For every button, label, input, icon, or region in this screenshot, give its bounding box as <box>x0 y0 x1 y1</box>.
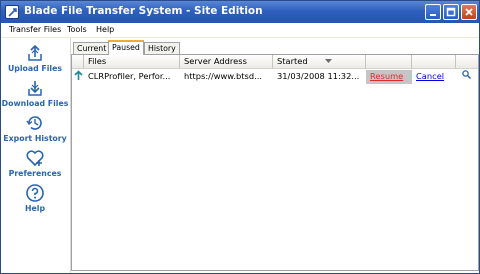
header-server-address[interactable]: Server Address <box>180 55 273 69</box>
cancel-link[interactable]: Cancel <box>416 71 444 81</box>
menu-transfer-files[interactable]: Transfer Files <box>9 25 61 34</box>
tab-paused[interactable]: Paused <box>108 40 144 55</box>
download-icon <box>28 81 42 96</box>
header-started-cell[interactable]: Started <box>273 55 366 69</box>
menu-tools[interactable]: Tools <box>67 25 87 34</box>
sidebar-item-help[interactable]: Help <box>1 183 69 215</box>
resume-link[interactable]: Resume <box>366 70 412 84</box>
resume-label[interactable]: Resume <box>370 71 403 81</box>
sidebar-item-upload-files[interactable]: Upload Files <box>1 43 69 75</box>
header-cancel-column <box>412 55 456 69</box>
menu-bar: Transfer Files Tools Help <box>1 23 479 37</box>
sidebar-item-label: Upload Files <box>7 64 63 73</box>
sidebar-item-label: Export History <box>3 134 67 143</box>
header-resume-column <box>366 55 412 69</box>
sidebar-item-export-history[interactable]: Export History <box>1 113 69 145</box>
menu-help[interactable]: Help <box>96 25 114 34</box>
header-status-column <box>72 55 84 69</box>
sidebar: Upload Files Download Files Export Histo… <box>1 38 71 273</box>
window-title: Blade File Transfer System - Site Editio… <box>24 5 263 17</box>
tab-history[interactable]: History <box>144 42 180 54</box>
table-row[interactable]: CLRProfiler, Perfor... https://www.btsd.… <box>72 70 478 84</box>
header-started: Started <box>277 56 308 66</box>
help-icon <box>26 184 44 202</box>
server-address: https://www.btsd... <box>184 71 262 81</box>
started-time: 31/03/2008 11:32... <box>277 71 360 81</box>
upload-icon <box>28 44 42 61</box>
file-name: CLRProfiler, Perfor... <box>88 71 171 81</box>
tab-current[interactable]: Current <box>73 42 111 54</box>
minimize-button[interactable] <box>425 4 441 20</box>
header-files[interactable]: Files <box>84 55 180 69</box>
sidebar-item-label: Preferences <box>8 169 62 178</box>
close-button[interactable] <box>461 4 477 20</box>
tab-strip: Current Paused History <box>71 40 479 55</box>
magnifier-icon[interactable] <box>456 70 478 84</box>
maximize-button[interactable] <box>443 4 459 20</box>
main-content: Current Paused History Files Server Addr… <box>71 38 479 273</box>
history-icon <box>26 116 42 130</box>
header-details-column <box>456 55 478 69</box>
sidebar-item-preferences[interactable]: Preferences <box>1 148 69 180</box>
cancel-link-cell[interactable]: Cancel <box>412 70 456 84</box>
app-window: Blade File Transfer System - Site Editio… <box>0 0 480 274</box>
title-bar[interactable]: Blade File Transfer System - Site Editio… <box>1 1 479 23</box>
app-logo-icon <box>5 5 19 19</box>
sidebar-item-download-files[interactable]: Download Files <box>1 78 69 110</box>
sidebar-item-label: Download Files <box>1 99 69 108</box>
heart-plus-icon <box>26 150 44 167</box>
table-header: Files Server Address Started <box>72 55 478 69</box>
upload-arrow-icon <box>72 70 84 84</box>
transfers-table: Files Server Address Started CLRProfiler… <box>71 54 479 271</box>
sort-descending-icon <box>325 59 332 63</box>
sidebar-item-label: Help <box>24 204 46 213</box>
